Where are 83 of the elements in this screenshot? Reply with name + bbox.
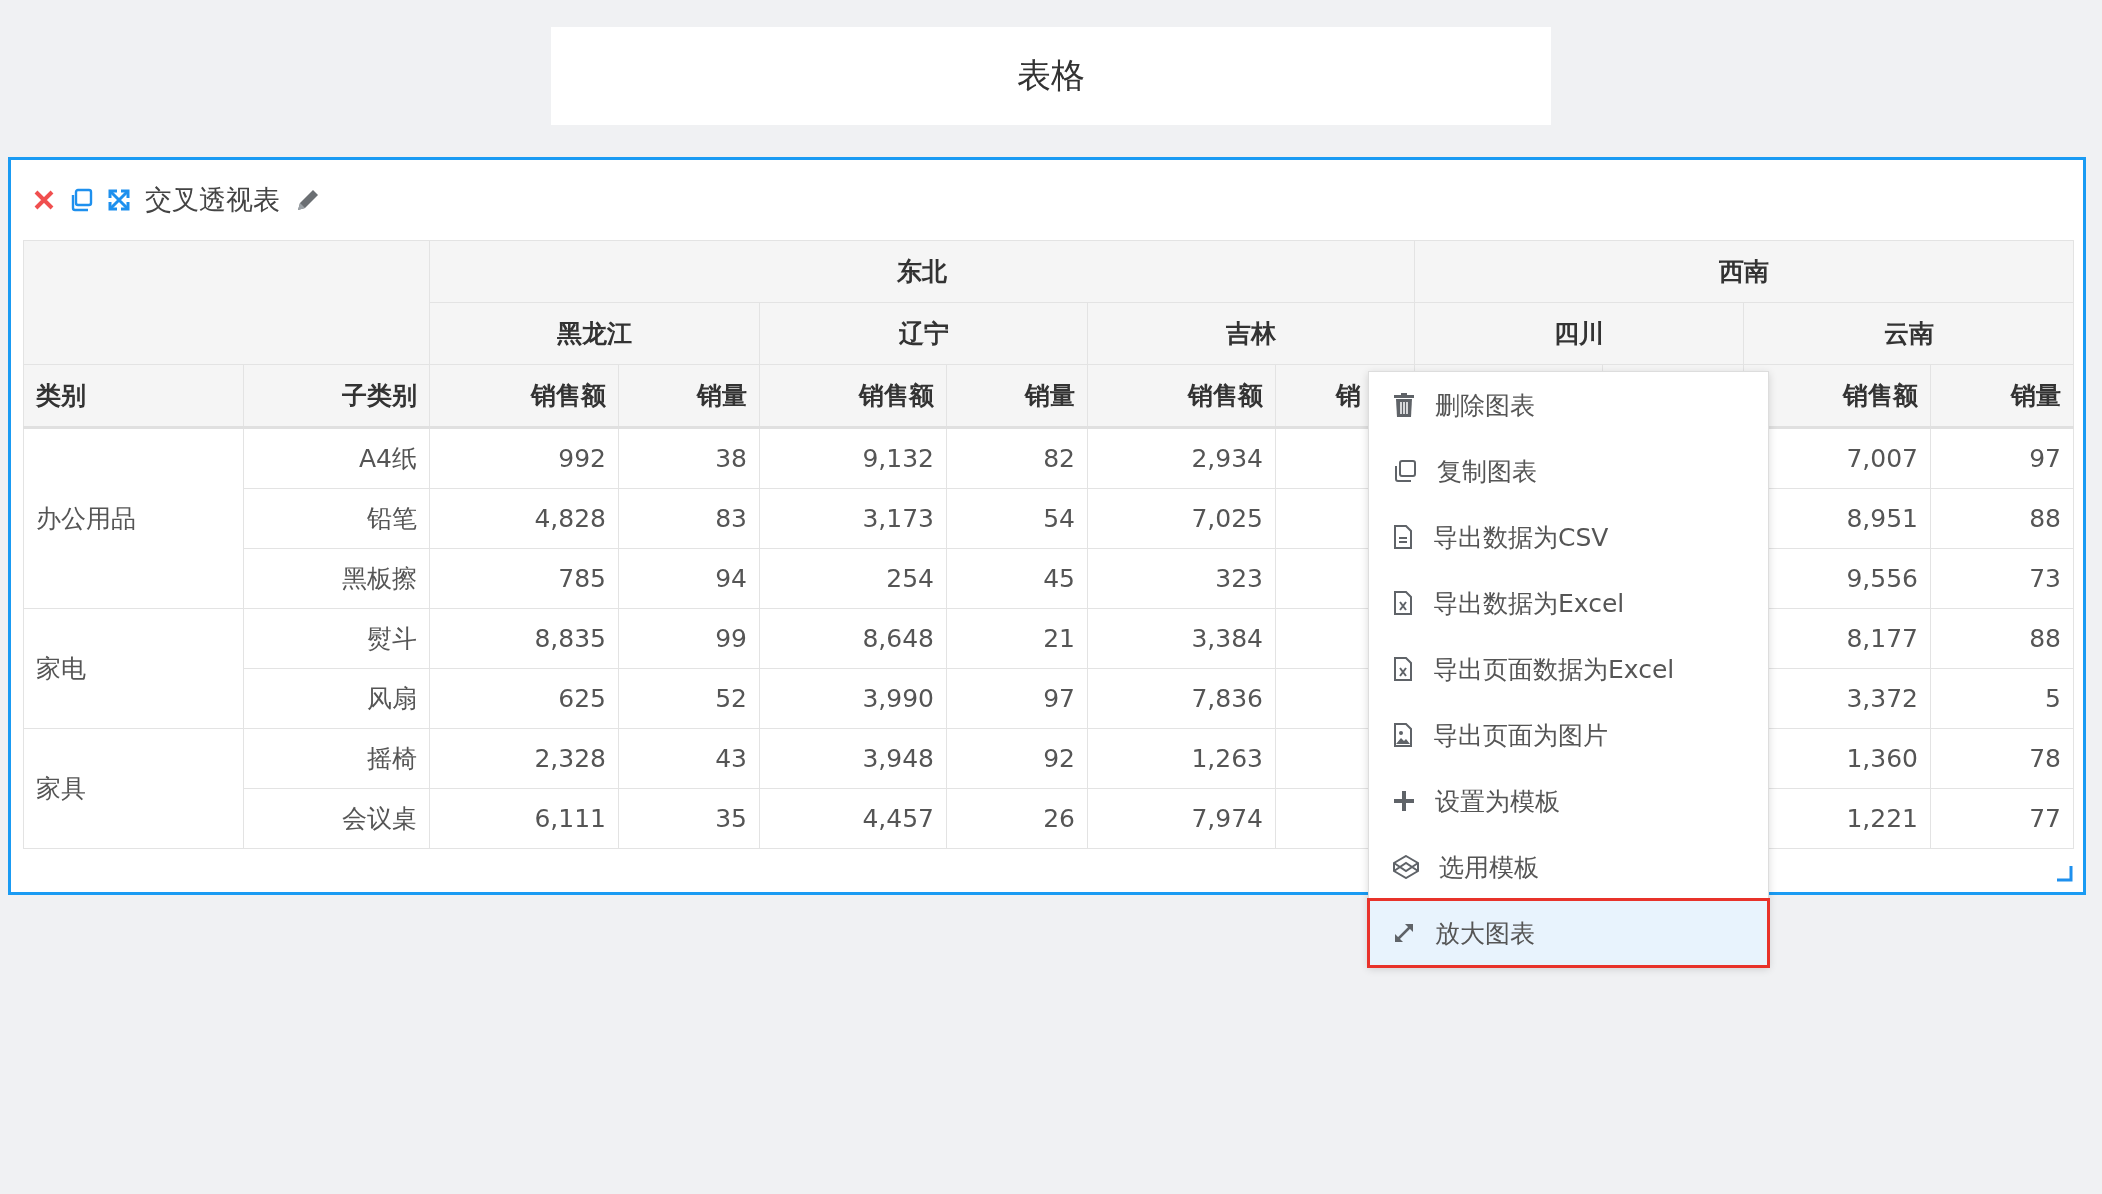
table-cell: 3,384 [1087, 608, 1276, 669]
copy-icon[interactable] [69, 188, 93, 212]
header-cell: 销量 [946, 364, 1088, 428]
copy-icon [1393, 459, 1417, 483]
table-cell: 黑板擦 [243, 548, 430, 609]
table-cell: 992 [429, 427, 619, 489]
table-cell: 家具 [23, 728, 244, 849]
header-cell: 类别 [23, 364, 244, 428]
table-cell: 7,025 [1087, 488, 1276, 549]
table-cell: 8,835 [429, 608, 619, 669]
table-cell: 5 [1930, 668, 2074, 729]
table-cell: 7,974 [1087, 788, 1276, 849]
table-cell: 4,457 [759, 788, 947, 849]
expand-icon[interactable] [107, 188, 131, 212]
table-cell: 77 [1930, 788, 2074, 849]
table-cell: 家电 [23, 608, 244, 729]
table-cell: 熨斗 [243, 608, 430, 669]
table-cell: 3,990 [759, 668, 947, 729]
header-cell: 子类别 [243, 364, 430, 428]
header-cell: 吉林 [1087, 302, 1415, 365]
table-cell: 52 [618, 668, 760, 729]
table-cell: 254 [759, 548, 947, 609]
table-cell: 625 [429, 668, 619, 729]
table-cell: 323 [1087, 548, 1276, 609]
table-cell: 35 [618, 788, 760, 849]
table-cell: 88 [1930, 608, 2074, 669]
table-cell: 54 [946, 488, 1088, 549]
header-cell: 西南 [1414, 240, 2074, 303]
header-cell: 云南 [1743, 302, 2074, 365]
resize-handle-icon[interactable] [2057, 866, 2073, 882]
header-cell: 东北 [429, 240, 1415, 303]
menu-item[interactable]: 放大图表 [1369, 900, 1768, 966]
image-file-icon [1393, 723, 1413, 747]
trash-icon [1393, 393, 1415, 417]
table-cell: 8,648 [759, 608, 947, 669]
table-cell: 4,828 [429, 488, 619, 549]
table-cell: 9,132 [759, 427, 947, 489]
header-cell: 销售额 [429, 364, 619, 428]
table-cell: 88 [1930, 488, 2074, 549]
table-cell: 6,111 [429, 788, 619, 849]
table-cell: 2,328 [429, 728, 619, 789]
table-cell: 97 [1930, 427, 2074, 489]
table-cell: 会议桌 [243, 788, 430, 849]
table-cell: 92 [946, 728, 1088, 789]
plus-icon [1393, 790, 1415, 812]
header-cell: 销售额 [759, 364, 947, 428]
table-cell: 43 [618, 728, 760, 789]
header-cell: 辽宁 [759, 302, 1088, 365]
table-cell: 办公用品 [23, 427, 244, 609]
table-cell: 3,948 [759, 728, 947, 789]
table-cell: 82 [946, 427, 1088, 489]
table-cell: 99 [618, 608, 760, 669]
table-cell: 7,836 [1087, 668, 1276, 729]
table-cell: 97 [946, 668, 1088, 729]
spreadsheet-file-icon [1393, 591, 1413, 615]
widget-title: 交叉透视表 [145, 183, 280, 217]
table-cell: 21 [946, 608, 1088, 669]
table-cell: 铅笔 [243, 488, 430, 549]
table-cell: 1,263 [1087, 728, 1276, 789]
table-cell: 2,934 [1087, 427, 1276, 489]
table-cell: A4纸 [243, 427, 430, 489]
table-cell: 73 [1930, 548, 2074, 609]
table-cell: 78 [1930, 728, 2074, 789]
table-cell: 摇椅 [243, 728, 430, 789]
table-cell: 26 [946, 788, 1088, 849]
document-icon [1393, 525, 1413, 549]
table-cell: 45 [946, 548, 1088, 609]
table-cell: 风扇 [243, 668, 430, 729]
resize-arrows-icon [1393, 922, 1415, 944]
header-cell: 销售额 [1087, 364, 1276, 428]
header-cell: 四川 [1414, 302, 1744, 365]
table-cell: 38 [618, 427, 760, 489]
header-cell: 黑龙江 [429, 302, 760, 365]
close-icon[interactable] [33, 189, 55, 211]
cube-icon [1393, 855, 1419, 879]
table-cell: 785 [429, 548, 619, 609]
header-cell: 销量 [618, 364, 760, 428]
table-cell: 83 [618, 488, 760, 549]
spreadsheet-file-icon [1393, 657, 1413, 681]
table-cell: 94 [618, 548, 760, 609]
page-title: 表格 [551, 27, 1551, 125]
table-cell: 3,173 [759, 488, 947, 549]
header-cell: 销量 [1930, 364, 2074, 428]
